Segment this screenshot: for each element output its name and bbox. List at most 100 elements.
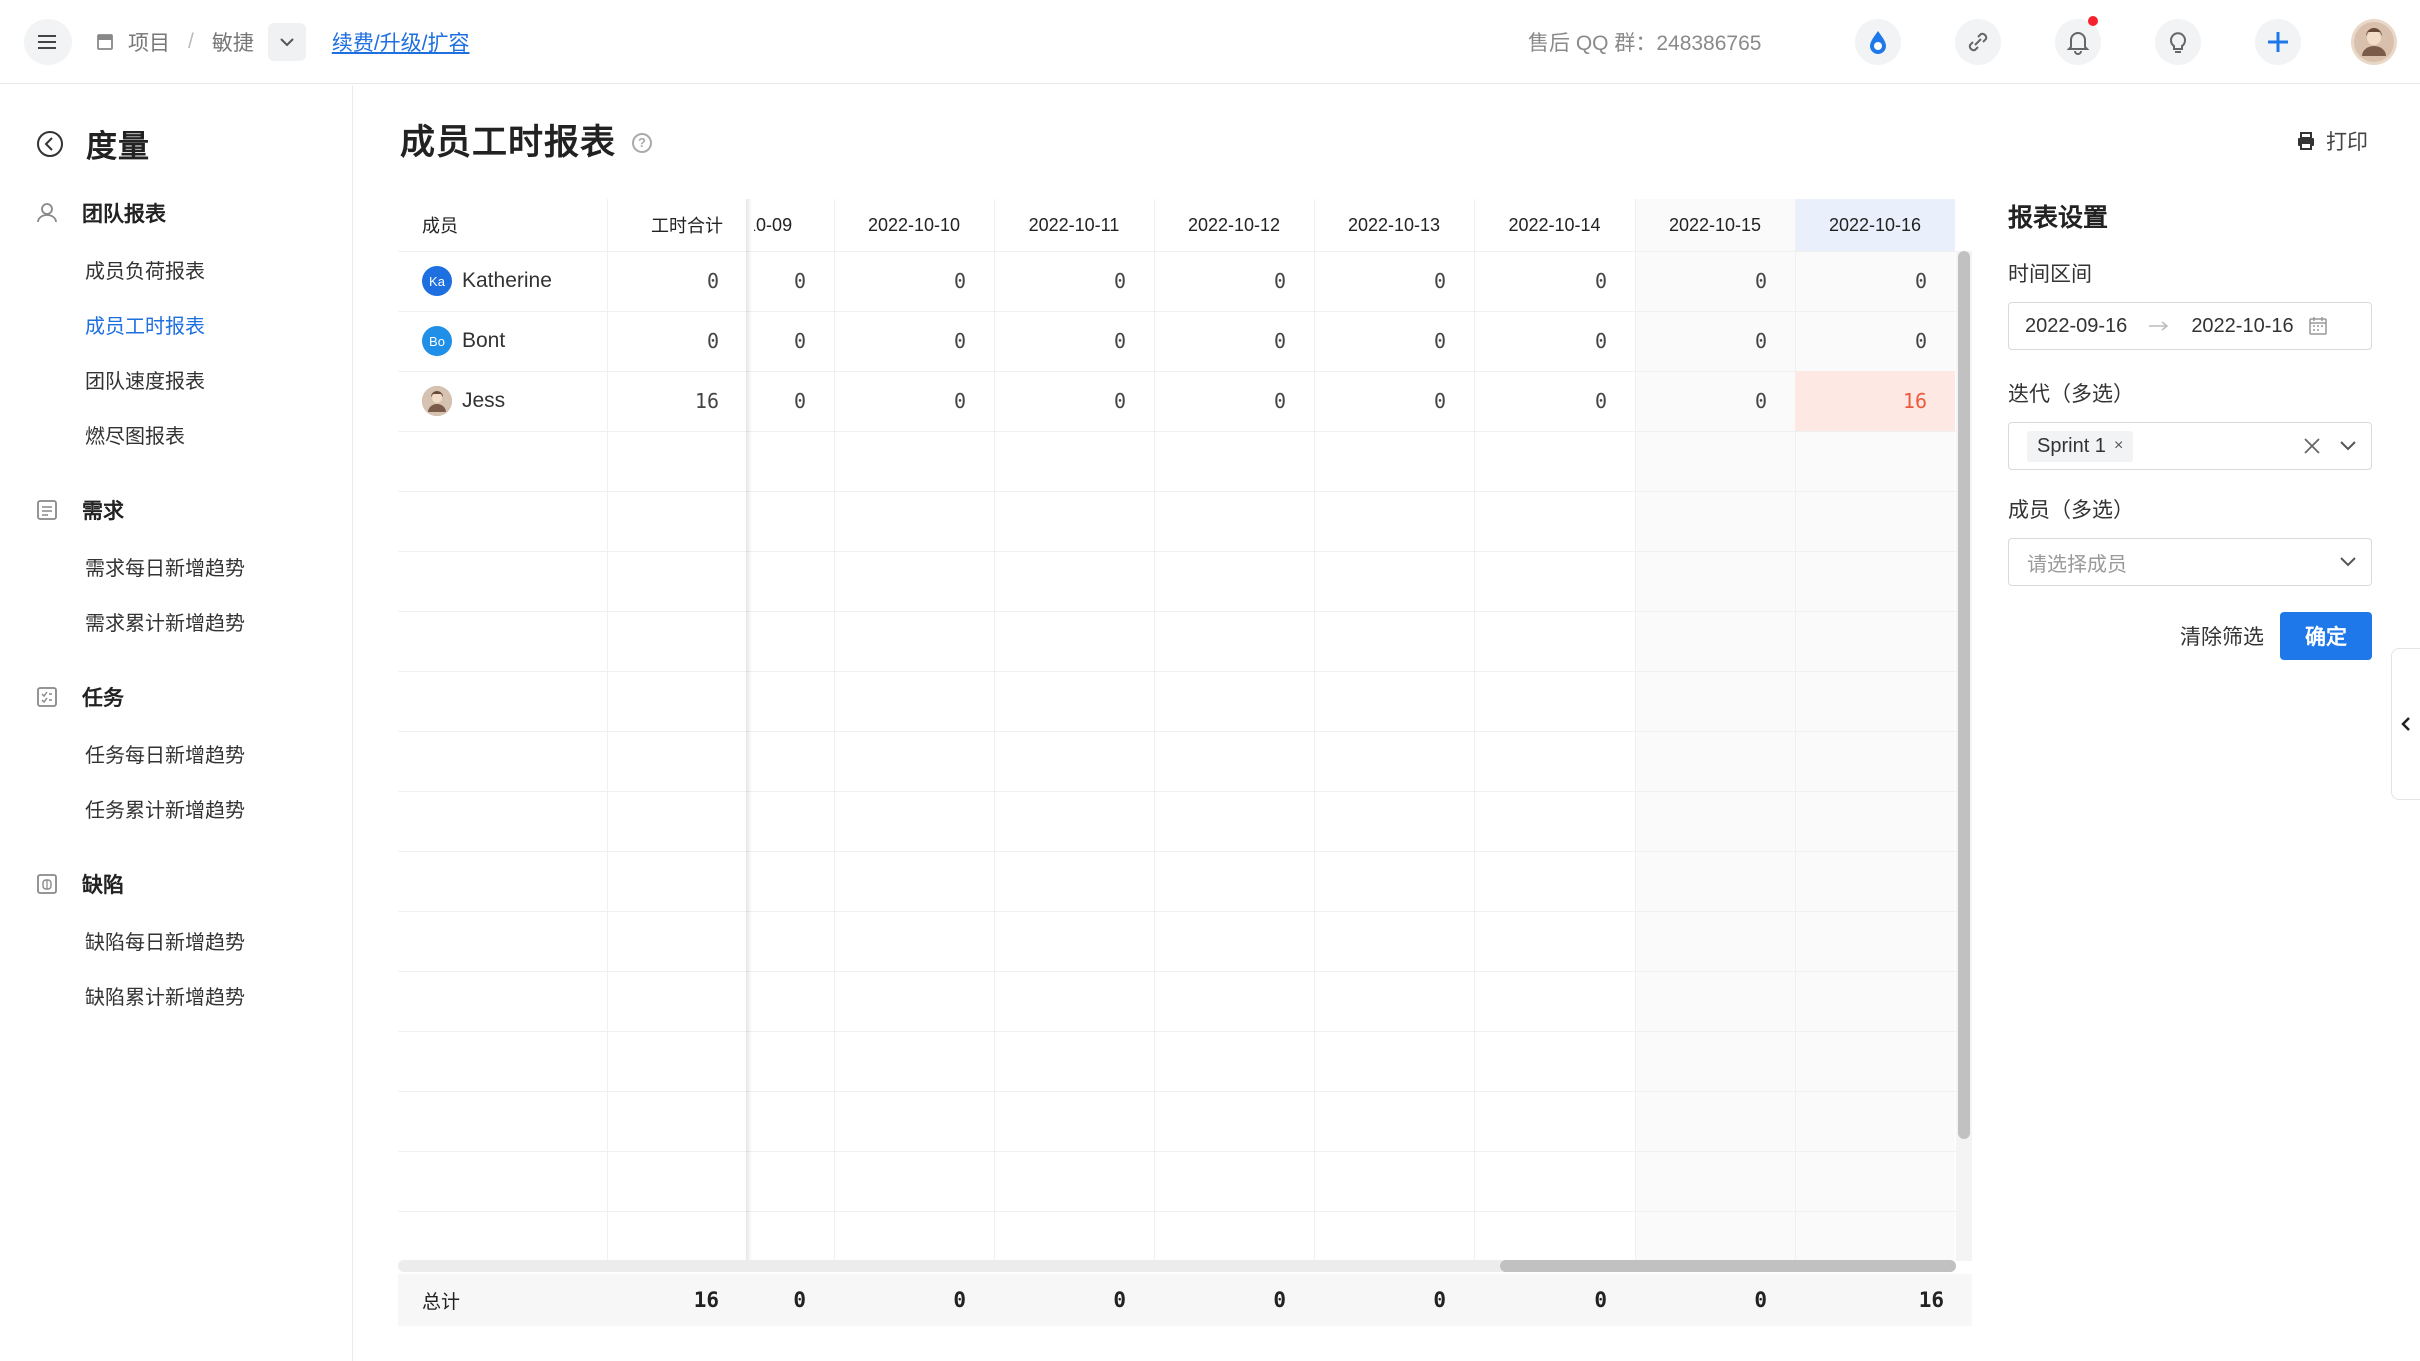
clear-filter-button[interactable]: 清除筛选	[2172, 612, 2272, 660]
sidebar-item-task-cumulative[interactable]: 任务累计新增趋势	[85, 794, 245, 823]
sidebar-back[interactable]: 度量	[36, 121, 150, 166]
date-range-picker[interactable]: 2022-09-16 2022-10-16	[2008, 302, 2372, 350]
arrow-right-icon	[2149, 321, 2169, 331]
calendar-icon	[2308, 317, 2327, 335]
breadcrumb-agile[interactable]: 敏捷	[212, 27, 254, 57]
plus-icon	[2268, 32, 2288, 52]
row-line	[398, 431, 1972, 432]
member-avatar-photo	[422, 386, 452, 416]
print-button[interactable]: 打印	[2296, 126, 2368, 156]
create-button[interactable]	[2255, 19, 2301, 65]
table-cell: 0	[1754, 329, 1767, 353]
help-icon[interactable]: ?	[632, 132, 653, 153]
sidebar-item-req-cumulative[interactable]: 需求累计新增趋势	[85, 607, 245, 636]
range-start[interactable]: 2022-09-16	[2025, 315, 2127, 338]
row-line	[398, 491, 1972, 492]
back-circle-icon	[37, 130, 63, 157]
sidebar-item-task-daily[interactable]: 任务每日新增趋势	[85, 739, 245, 768]
column-header-date: 2022-10-12	[1187, 214, 1281, 235]
tag-remove-icon[interactable]: ×	[2114, 437, 2123, 455]
confirm-button[interactable]: 确定	[2280, 612, 2372, 660]
clear-icon[interactable]	[2303, 437, 2321, 455]
row-line	[398, 1031, 1972, 1032]
sprint-tag: Sprint 1 ×	[2027, 430, 2134, 462]
settings-title: 报表设置	[2008, 204, 2109, 232]
footer-value: 0	[1433, 1288, 1446, 1312]
row-line	[398, 851, 1972, 852]
menu-button[interactable]	[24, 19, 72, 65]
table-cell: 0	[1273, 329, 1286, 353]
range-end[interactable]: 2022-10-16	[2191, 315, 2293, 338]
sidebar-group-bug[interactable]: 缺陷	[36, 869, 124, 899]
sidebar-item-burndown-report[interactable]: 燃尽图报表	[85, 420, 185, 449]
tips-button[interactable]	[2155, 19, 2201, 65]
chevron-down-icon	[280, 38, 294, 47]
sidebar-item-velocity-report[interactable]: 团队速度报表	[85, 365, 205, 394]
drop-button[interactable]	[1855, 19, 1901, 65]
user-icon	[37, 203, 57, 223]
breadcrumb-project[interactable]: 项目	[96, 27, 170, 57]
row-line	[398, 551, 1972, 552]
breadcrumb-project-label: 项目	[128, 32, 170, 55]
checklist-icon	[37, 687, 57, 707]
row-line	[398, 971, 1972, 972]
table-cell: 0	[1754, 269, 1767, 293]
member-select[interactable]: 请选择成员	[2008, 538, 2372, 586]
column-header-total[interactable]: 工时合计	[607, 199, 747, 251]
notification-dot	[2088, 16, 2098, 26]
upgrade-link[interactable]: 续费/升级/扩容	[332, 27, 470, 57]
column-header-date: 2022-10-13	[1347, 214, 1441, 235]
row-line	[398, 1211, 1972, 1212]
member-name: Bont	[462, 329, 506, 352]
sidebar-item-bug-daily[interactable]: 缺陷每日新增趋势	[85, 926, 245, 955]
row-line	[398, 911, 1972, 912]
table-cell-total: 0	[706, 269, 719, 293]
qq-group-label: 售后 QQ 群：248386765	[1528, 32, 1762, 55]
table-cell: 0	[1433, 329, 1446, 353]
panel-collapse-handle[interactable]	[2391, 648, 2420, 800]
table-cell-highlight: 16	[1795, 371, 1955, 431]
footer-value: 16	[1918, 1288, 1944, 1312]
sidebar-title: 度量	[86, 129, 150, 164]
sidebar-group-label: 缺陷	[82, 874, 124, 897]
vertical-scrollbar-thumb[interactable]	[1958, 251, 1970, 1139]
table-cell: 0	[1594, 329, 1607, 353]
sidebar-item-bug-cumulative[interactable]: 缺陷累计新增趋势	[85, 981, 245, 1010]
sidebar-group-label: 需求	[82, 500, 124, 523]
notification-button[interactable]	[2055, 19, 2101, 65]
member-name: Katherine	[462, 269, 552, 292]
table-cell: 0	[1273, 389, 1286, 413]
sprint-select[interactable]: Sprint 1 ×	[2008, 422, 2372, 470]
row-line	[398, 1091, 1972, 1092]
table-cell: 0	[793, 269, 806, 293]
page-title: 成员工时报表	[400, 123, 617, 162]
sidebar-group-team[interactable]: 团队报表	[36, 198, 166, 228]
sidebar-item-req-daily[interactable]: 需求每日新增趋势	[85, 552, 245, 581]
hamburger-icon	[38, 35, 56, 49]
project-icon	[97, 34, 113, 50]
link-button[interactable]	[1955, 19, 2001, 65]
project-switch-dropdown[interactable]	[267, 23, 306, 61]
hours-table: 成员 工时合计 2022-10-09 2022-10-10 2022-10-11…	[398, 199, 1972, 1262]
sidebar-group-requirement[interactable]: 需求	[36, 495, 124, 525]
table-cell: 0	[1113, 329, 1126, 353]
column-header-date: 2022-10-11	[1028, 214, 1120, 235]
table-cell: 0	[1754, 389, 1767, 413]
column-header-date: 2022-10-10	[867, 214, 961, 235]
sidebar-item-hours-report[interactable]: 成员工时报表	[85, 310, 205, 339]
member-name: Jess	[462, 389, 506, 412]
sidebar-group-task[interactable]: 任务	[36, 682, 124, 712]
member-select-placeholder: 请选择成员	[2027, 553, 2127, 576]
user-avatar[interactable]	[2351, 19, 2397, 65]
sidebar-item-load-report[interactable]: 成员负荷报表	[85, 255, 205, 284]
bulb-icon	[2170, 32, 2186, 53]
page-header: 成员工时报表 ?	[400, 114, 653, 165]
row-line	[398, 611, 1972, 612]
table-cell-total: 16	[694, 389, 719, 413]
horizontal-scrollbar-thumb[interactable]	[1500, 1260, 1956, 1272]
report-settings-panel: 报表设置 时间区间 2022-09-16 2022-10-16 迭代（多选） S…	[2008, 198, 2372, 660]
top-bar: 项目 / 敏捷 续费/升级/扩容 售后 QQ 群：248386765	[0, 0, 2420, 84]
fixed-column-shadow	[746, 199, 752, 1262]
table-cell: 0	[1914, 269, 1927, 293]
table-cell-total: 0	[706, 329, 719, 353]
